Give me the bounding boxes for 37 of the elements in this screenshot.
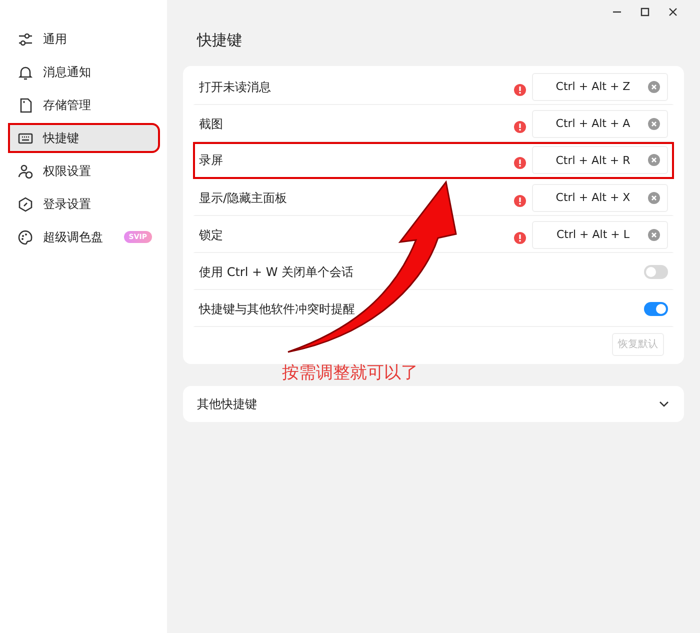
bell-icon bbox=[18, 64, 33, 80]
maximize-icon[interactable] bbox=[639, 6, 651, 18]
shortcut-label: 截图 bbox=[199, 116, 224, 132]
collapsible-section[interactable]: 其他快捷键 bbox=[183, 386, 684, 422]
sidebar-item[interactable]: 存储管理 bbox=[8, 90, 160, 120]
shortcut-field[interactable]: Ctrl + Alt + A bbox=[532, 110, 668, 138]
shortcut-label: 锁定 bbox=[199, 226, 224, 244]
sidebar-item[interactable]: 登录设置 bbox=[8, 189, 160, 219]
page-title: 快捷键 bbox=[197, 30, 242, 51]
palette-icon bbox=[18, 230, 33, 244]
sidebar-item[interactable]: 权限设置 bbox=[8, 156, 160, 186]
keyboard-icon bbox=[18, 130, 33, 146]
clear-icon[interactable] bbox=[648, 118, 660, 130]
toggle-label: 使用 Ctrl + W 关闭单个会话 bbox=[199, 264, 355, 280]
shortcut-field[interactable]: Ctrl + Alt + X bbox=[532, 184, 668, 212]
toggle-switch[interactable] bbox=[644, 264, 668, 278]
shortcut-field[interactable]: Ctrl + Alt + Z bbox=[532, 72, 668, 100]
clear-icon[interactable] bbox=[648, 80, 660, 92]
user-settings-icon bbox=[18, 164, 33, 178]
sidebar-item[interactable]: 快捷键 bbox=[8, 123, 160, 153]
toggle-switch[interactable] bbox=[644, 302, 668, 316]
sd-card-icon bbox=[18, 98, 33, 112]
sidebar-item[interactable]: 通用 bbox=[8, 24, 160, 54]
close-icon[interactable] bbox=[667, 6, 679, 18]
clear-icon[interactable] bbox=[648, 192, 660, 204]
shortcut-label: 打开未读消息 bbox=[199, 78, 272, 96]
sidebar-item[interactable]: 消息通知 bbox=[8, 57, 160, 87]
sliders-icon bbox=[18, 32, 33, 46]
shortcut-field[interactable]: Ctrl + Alt + R bbox=[532, 146, 668, 174]
clear-icon[interactable] bbox=[648, 228, 660, 240]
shortcut-label: 录屏 bbox=[199, 152, 224, 169]
annotation-text: 按需调整就可以了 bbox=[282, 364, 418, 383]
clear-icon[interactable] bbox=[648, 154, 660, 166]
shortcut-field[interactable]: Ctrl + Alt + L bbox=[532, 220, 668, 248]
toggle-label: 快捷键与其他软件冲突时提醒 bbox=[199, 300, 356, 318]
hexagon-icon bbox=[18, 196, 33, 212]
shortcut-label: 显示/隐藏主面板 bbox=[199, 190, 288, 206]
